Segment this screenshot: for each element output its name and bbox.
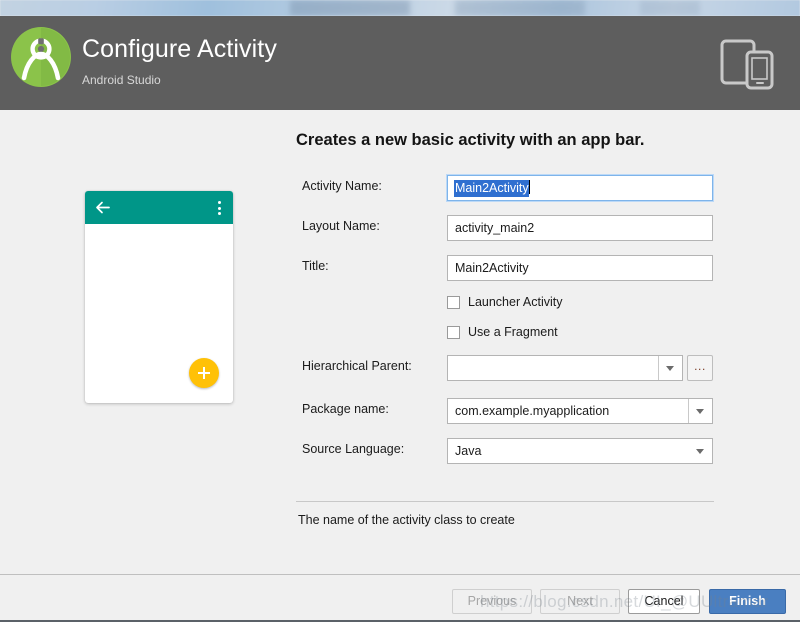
activity-name-input[interactable]: Main2Activity xyxy=(447,175,713,201)
launcher-activity-label: Launcher Activity xyxy=(468,295,563,309)
field-hint-text: The name of the activity class to create xyxy=(298,513,515,527)
form-heading: Creates a new basic activity with an app… xyxy=(296,131,645,149)
field-row-title: Title: Main2Activity xyxy=(296,255,720,281)
package-name-combo[interactable]: com.example.myapplication xyxy=(447,398,713,424)
launcher-activity-checkbox[interactable] xyxy=(447,296,460,309)
activity-preview xyxy=(85,191,233,403)
dialog-header: Configure Activity Android Studio xyxy=(0,16,800,110)
configure-activity-dialog: Configure Activity Android Studio Create… xyxy=(0,0,800,622)
chevron-down-icon[interactable] xyxy=(688,399,712,423)
source-language-label: Source Language: xyxy=(302,442,405,456)
finish-button[interactable]: Finish xyxy=(709,589,786,614)
field-row-source-language: Source Language: Java xyxy=(296,438,720,464)
source-language-value: Java xyxy=(455,444,482,458)
overflow-menu-icon xyxy=(218,201,222,215)
back-arrow-icon xyxy=(96,201,110,214)
field-row-layout-name: Layout Name: activity_main2 xyxy=(296,215,720,241)
source-language-combo[interactable]: Java xyxy=(447,438,713,464)
title-input[interactable]: Main2Activity xyxy=(447,255,713,281)
field-row-hierarchical-parent: Hierarchical Parent: ... xyxy=(296,355,720,381)
header-title-group: Configure Activity Android Studio xyxy=(82,34,277,87)
next-button[interactable]: Next xyxy=(540,589,620,614)
layout-name-label: Layout Name: xyxy=(302,219,380,233)
hint-separator xyxy=(296,501,714,502)
dialog-body: Creates a new basic activity with an app… xyxy=(0,110,800,574)
activity-name-label: Activity Name: xyxy=(302,179,382,193)
layout-name-input[interactable]: activity_main2 xyxy=(447,215,713,241)
preview-fab-plus-icon xyxy=(189,358,219,388)
use-a-fragment-label: Use a Fragment xyxy=(468,325,558,339)
hierarchical-parent-combo[interactable] xyxy=(447,355,683,381)
text-caret xyxy=(528,180,530,194)
package-name-label: Package name: xyxy=(302,402,389,416)
title-label: Title: xyxy=(302,259,329,273)
dialog-footer: Previous Next Cancel Finish xyxy=(0,575,800,622)
header-subtitle: Android Studio xyxy=(82,73,161,87)
use-a-fragment-checkbox[interactable] xyxy=(447,326,460,339)
cancel-button[interactable]: Cancel xyxy=(628,589,700,614)
tablet-and-phone-icon xyxy=(720,39,774,90)
field-row-package-name: Package name: com.example.myapplication xyxy=(296,398,720,424)
previous-button[interactable]: Previous xyxy=(452,589,532,614)
hierarchical-parent-browse-button[interactable]: ... xyxy=(687,355,713,381)
preview-app-bar xyxy=(85,191,233,224)
desktop-background-strip xyxy=(0,0,800,16)
chevron-down-icon[interactable] xyxy=(658,356,682,380)
package-name-value: com.example.myapplication xyxy=(455,404,610,418)
chevron-down-icon[interactable] xyxy=(689,439,712,463)
field-row-activity-name: Activity Name: Main2Activity xyxy=(296,175,720,201)
android-studio-logo-icon xyxy=(11,27,71,87)
hierarchical-parent-label: Hierarchical Parent: xyxy=(302,359,412,373)
page-title: Configure Activity xyxy=(82,35,277,63)
activity-name-value: Main2Activity xyxy=(454,180,529,197)
